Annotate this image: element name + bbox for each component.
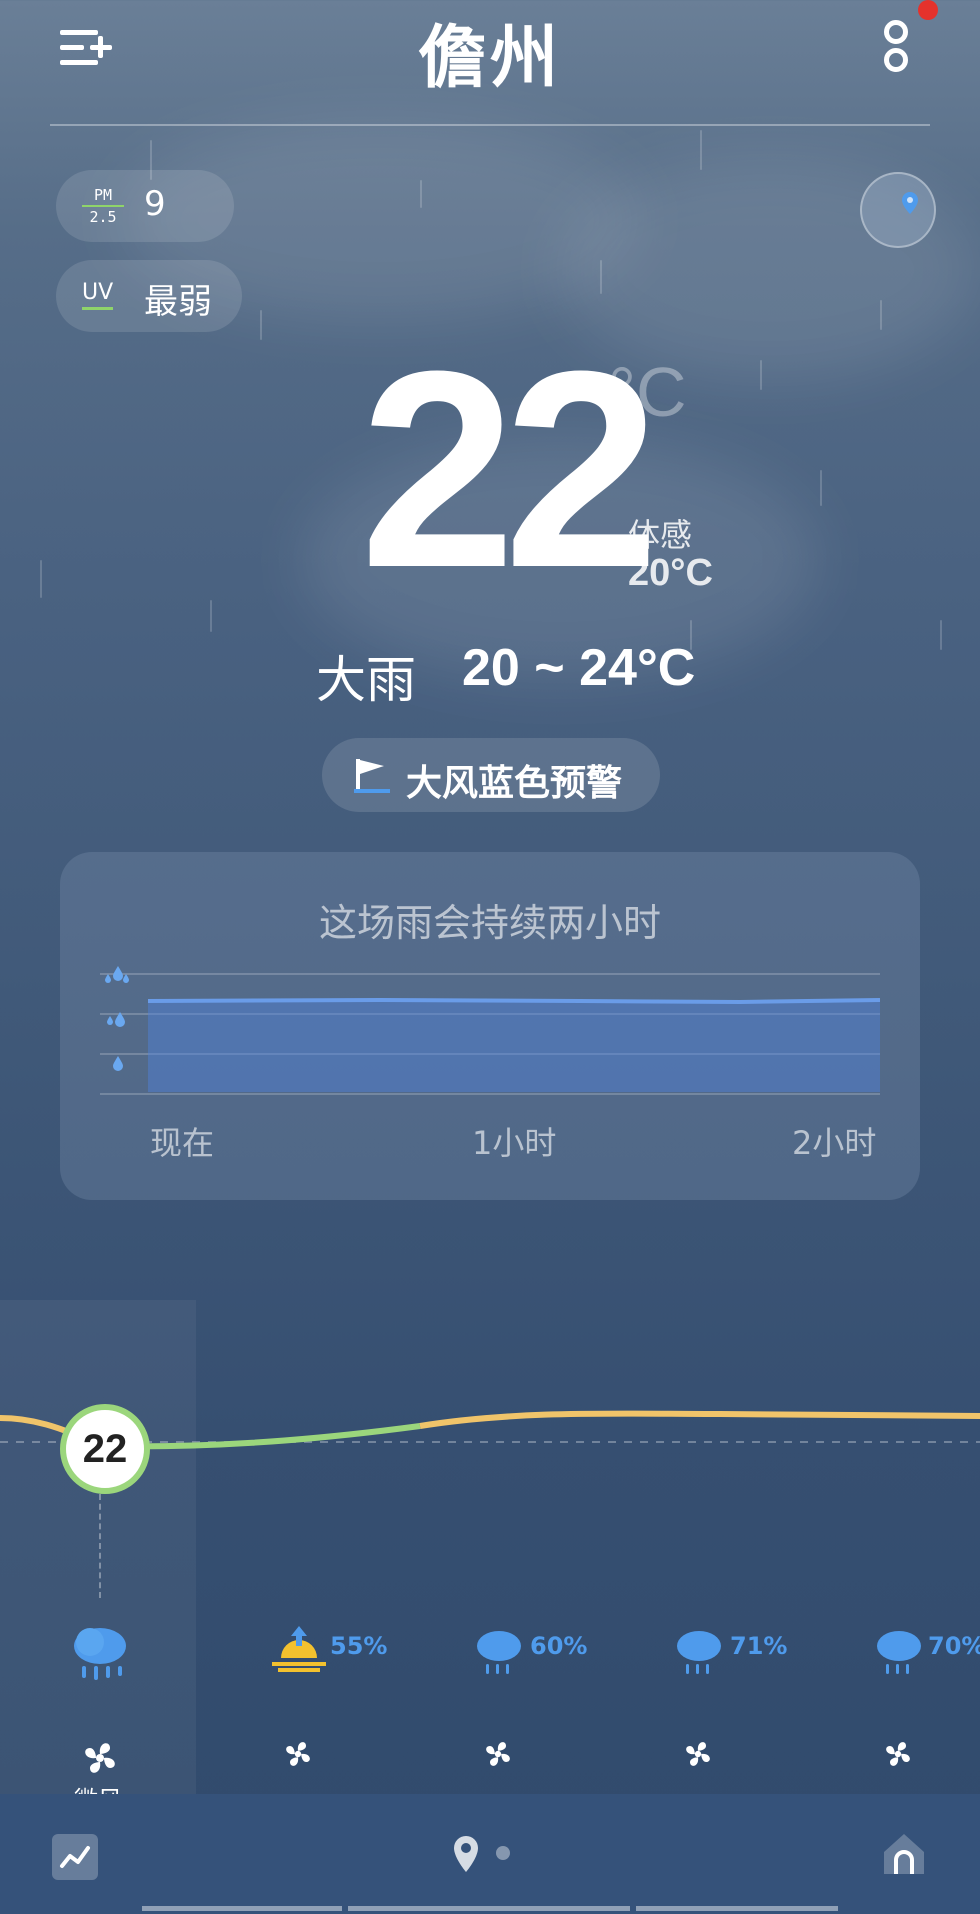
city-title[interactable]: 儋州 xyxy=(0,2,980,101)
notification-dot xyxy=(918,0,938,20)
home-icon[interactable] xyxy=(880,1830,928,1878)
current-temperature: 22 xyxy=(360,314,659,626)
header-divider xyxy=(50,124,930,126)
location-pin-icon xyxy=(902,192,918,214)
pm25-value: 9 xyxy=(144,184,166,224)
precip-prob: 70% xyxy=(928,1632,980,1660)
uv-underline xyxy=(82,307,114,310)
weather-condition: 大雨 xyxy=(316,651,416,709)
rain-streak xyxy=(210,600,212,632)
rain-streak xyxy=(880,300,882,330)
light-rain-drop-icon xyxy=(113,1056,123,1071)
precipitation-summary: 这场雨会持续两小时 xyxy=(318,901,661,945)
precip-prob: 71% xyxy=(730,1632,788,1660)
map-location-button[interactable] xyxy=(860,172,936,248)
rain-streak xyxy=(940,620,942,650)
current-temp-bubble: 22 xyxy=(60,1404,150,1494)
heavy-rain-cloud-icon xyxy=(74,1628,126,1680)
precipitation-line xyxy=(147,997,880,1005)
current-hour-column[interactable] xyxy=(0,1300,196,1794)
trend-line-icon xyxy=(60,1846,90,1868)
temperature-range: 20 ~ 24°C xyxy=(462,639,696,697)
precipitation-card[interactable]: 这场雨会持续两小时 现在 1小时 2小时 xyxy=(60,852,920,1200)
rain-streak xyxy=(700,130,702,170)
uv-badge: UV xyxy=(82,280,114,310)
wind-fan-icon xyxy=(486,1742,510,1766)
page-indicator-dot[interactable] xyxy=(496,1846,510,1860)
uv-value: 最弱 xyxy=(144,282,212,322)
dot-ring xyxy=(884,20,908,44)
tab-indicator xyxy=(348,1906,630,1911)
tab-indicator xyxy=(142,1906,342,1911)
time-label-now: 现在 xyxy=(150,1124,215,1162)
precipitation-chart xyxy=(100,966,880,1095)
location-pin-icon[interactable] xyxy=(452,1834,480,1874)
temperature-unit: °C xyxy=(608,353,687,431)
feels-like-value: 20°C xyxy=(628,552,713,594)
sunrise-icon xyxy=(272,1626,326,1672)
temperature-line-future xyxy=(419,1410,980,1429)
alert-text: 大风蓝色预警 xyxy=(406,763,623,804)
uv-label: UV xyxy=(82,280,114,305)
feels-like-label: 体感 xyxy=(628,516,693,554)
trend-chart-button[interactable] xyxy=(52,1834,98,1880)
rain-streak xyxy=(600,260,602,294)
pm25-pill[interactable]: PM 2.5 9 xyxy=(56,170,234,242)
pm25-label-bottom: 2.5 xyxy=(89,208,117,226)
rain-streak xyxy=(40,560,42,598)
more-options-button[interactable] xyxy=(880,18,910,74)
dot-ring xyxy=(884,48,908,72)
rain-cloud-icon xyxy=(477,1631,521,1674)
wind-fan-icon xyxy=(85,1743,115,1773)
wind-fan-icon xyxy=(886,1742,910,1766)
precipitation-area xyxy=(148,1000,880,1092)
flag-icon xyxy=(354,759,390,793)
precip-prob: 60% xyxy=(530,1632,588,1660)
wind-fan-icon xyxy=(286,1742,310,1766)
pm25-badge: PM 2.5 xyxy=(82,186,124,226)
rain-streak xyxy=(820,470,822,506)
top-bar: 儋州 xyxy=(0,0,980,110)
rain-cloud-icon xyxy=(677,1631,721,1674)
pm25-label-top: PM xyxy=(93,186,113,204)
pm25-divider xyxy=(82,205,124,207)
rain-streak xyxy=(260,310,262,340)
uv-pill[interactable]: UV 最弱 xyxy=(56,260,242,332)
tab-indicator xyxy=(636,1906,838,1911)
wind-fan-icon xyxy=(686,1742,710,1766)
rain-cloud-icon xyxy=(877,1631,921,1674)
bottom-navigation xyxy=(0,1794,980,1914)
precip-prob: 55% xyxy=(330,1632,388,1660)
rain-streak xyxy=(760,360,762,390)
time-label-2h: 2小时 xyxy=(792,1124,877,1162)
weather-alert-button[interactable]: 大风蓝色预警 xyxy=(322,738,660,812)
time-label-1h: 1小时 xyxy=(472,1124,557,1162)
now-indicator-line xyxy=(99,1494,101,1598)
rain-streak xyxy=(420,180,422,208)
